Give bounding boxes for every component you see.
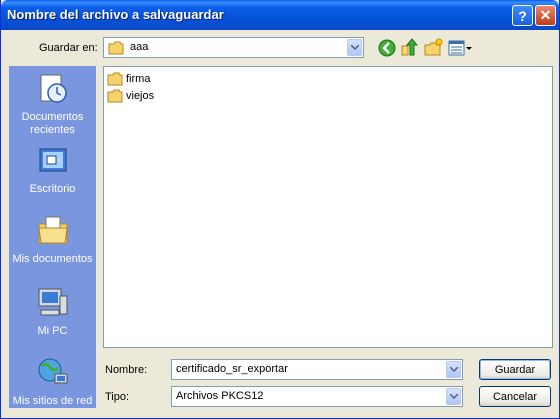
location-dropdown-button[interactable] <box>347 39 362 56</box>
view-menu-icon[interactable] <box>447 38 473 58</box>
folder-icon <box>108 41 124 55</box>
filename-dropdown-button[interactable] <box>446 361 461 378</box>
list-item[interactable]: firma <box>107 71 150 86</box>
folder-icon <box>107 89 123 102</box>
recent-documents-icon <box>40 74 67 103</box>
new-folder-icon[interactable] <box>423 38 443 58</box>
place-network[interactable]: Mis sitios de red <box>9 356 96 408</box>
filetype-label: Tipo: <box>105 391 130 403</box>
location-label: Guardar en: <box>39 42 98 54</box>
save-button[interactable]: Guardar <box>479 359 551 380</box>
place-label: Mis sitios de red <box>12 395 93 407</box>
place-label: Documentos recientes <box>21 111 84 136</box>
place-my-documents[interactable]: Mis documentos <box>9 214 96 266</box>
back-icon[interactable] <box>377 38 397 58</box>
filename-label: Nombre: <box>105 364 148 376</box>
place-my-computer[interactable]: Mi PC <box>9 286 96 338</box>
filetype-dropdown-button[interactable] <box>446 388 461 405</box>
my-computer-icon <box>38 288 67 316</box>
place-recent-documents[interactable]: Documentos recientes <box>9 72 96 137</box>
cancel-button[interactable]: Cancelar <box>479 386 551 407</box>
dialog-title: Nombre del archivo a salvaguardar <box>7 7 224 22</box>
place-label: Escritorio <box>29 183 76 195</box>
up-folder-icon[interactable] <box>399 38 419 58</box>
chevron-down-icon <box>350 45 359 50</box>
place-label: Mis documentos <box>12 253 93 265</box>
location-value: aaa <box>130 41 149 53</box>
file-name: viejos <box>126 89 155 102</box>
filename-value: certificado_sr_exportar <box>176 363 288 375</box>
places-bar: Documentos recientes Escritorio Mis docu… <box>9 66 96 408</box>
location-combo[interactable]: aaa <box>103 37 364 58</box>
list-item[interactable]: viejos <box>107 88 154 103</box>
file-list[interactable]: firma viejos <box>103 66 553 348</box>
chevron-down-icon <box>449 394 458 399</box>
file-name: firma <box>126 72 151 85</box>
filetype-value: Archivos PKCS12 <box>176 390 264 402</box>
desktop-icon <box>39 148 66 172</box>
folder-icon <box>107 72 123 85</box>
title-bar[interactable]: Nombre del archivo a salvaguardar ? ✕ <box>1 0 559 30</box>
help-button[interactable]: ? <box>512 5 533 26</box>
place-label: Mi PC <box>37 325 68 337</box>
my-documents-icon <box>37 216 68 244</box>
place-desktop[interactable]: Escritorio <box>9 144 96 196</box>
filetype-select[interactable]: Archivos PKCS12 <box>171 386 463 407</box>
close-button[interactable]: ✕ <box>535 5 556 26</box>
save-dialog: Nombre del archivo a salvaguardar ? ✕ Gu… <box>0 0 560 419</box>
network-places-icon <box>38 358 67 384</box>
filename-input[interactable]: certificado_sr_exportar <box>171 359 463 380</box>
chevron-down-icon <box>449 367 458 372</box>
